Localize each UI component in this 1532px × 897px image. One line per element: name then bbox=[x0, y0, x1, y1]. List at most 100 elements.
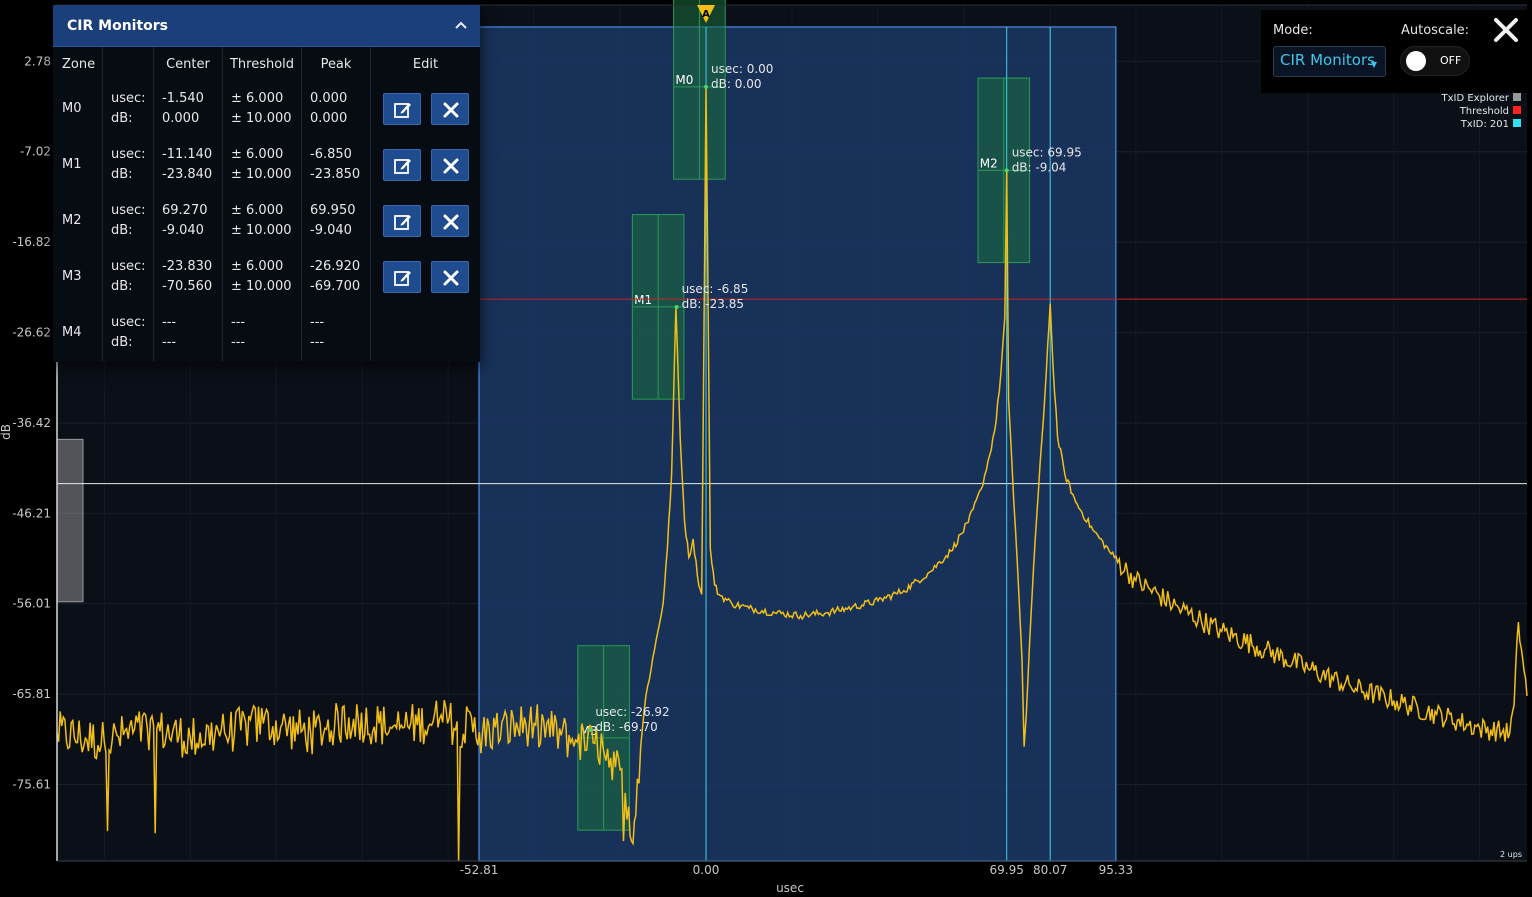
usec-label: usec: bbox=[111, 259, 146, 274]
db-label: dB: bbox=[111, 111, 133, 126]
usec-label: usec: bbox=[111, 147, 146, 162]
unit-labels: usec: dB: bbox=[102, 305, 154, 361]
edit-icon[interactable] bbox=[382, 205, 421, 237]
center-db: --- bbox=[162, 335, 177, 350]
txid-explorer-handle[interactable] bbox=[56, 438, 84, 603]
monitor-zone-label: M2 bbox=[980, 156, 998, 170]
table-row: M0 usec: dB: -1.540 0.000 ± 6.000 ± 10.000 0.00… bbox=[53, 81, 480, 137]
edit-icon[interactable] bbox=[382, 261, 421, 293]
peak-usec: --- bbox=[310, 315, 325, 330]
center-cell: -1.540 0.000 bbox=[153, 81, 223, 137]
col-peak: Peak bbox=[301, 47, 371, 81]
peak-db: --- bbox=[310, 335, 325, 350]
peak-annotation-text: usec: -26.92 bbox=[595, 705, 669, 719]
x-tick-label: 95.33 bbox=[1099, 863, 1133, 877]
peak-cell: 69.950 -9.040 bbox=[301, 193, 371, 249]
ups-readout: 2 ups bbox=[1500, 850, 1522, 859]
threshold-usec: ± 6.000 bbox=[231, 259, 284, 274]
center-cell: -23.830 -70.560 bbox=[153, 249, 223, 305]
peak-db: -69.700 bbox=[310, 279, 361, 294]
x-tick-label: 69.95 bbox=[990, 863, 1024, 877]
zone-label: M2 bbox=[53, 193, 103, 249]
monitor-zone-label: M1 bbox=[634, 293, 652, 307]
threshold-db: ± 10.000 bbox=[231, 111, 292, 126]
center-db: -70.560 bbox=[162, 279, 213, 294]
y-tick-label: -36.42 bbox=[12, 416, 51, 430]
usec-label: usec: bbox=[111, 91, 146, 106]
y-tick-label: -26.62 bbox=[12, 326, 51, 340]
panel-header[interactable]: CIR Monitors bbox=[53, 5, 480, 47]
center-usec: --- bbox=[162, 315, 177, 330]
legend-swatch bbox=[1513, 106, 1521, 114]
close-icon[interactable] bbox=[430, 93, 469, 125]
legend-swatch bbox=[1513, 119, 1521, 127]
toggle-knob bbox=[1406, 51, 1426, 71]
center-usec: -23.830 bbox=[162, 259, 213, 274]
peak-cell: 0.000 0.000 bbox=[301, 81, 371, 137]
peak-annotation-text: usec: -6.85 bbox=[682, 282, 749, 296]
peak-point bbox=[674, 304, 679, 309]
table-row: M4 usec: dB: --- --- --- --- --- --- bbox=[53, 305, 480, 361]
threshold-cell: --- --- bbox=[222, 305, 302, 361]
autoscale-label: Autoscale: bbox=[1401, 23, 1470, 38]
y-tick-label: -16.82 bbox=[12, 235, 51, 249]
threshold-cell: ± 6.000 ± 10.000 bbox=[222, 137, 302, 193]
monitor-zone-label: M0 bbox=[675, 73, 693, 87]
center-db: -23.840 bbox=[162, 167, 213, 182]
y-tick-label: -46.21 bbox=[12, 506, 51, 520]
mode-value: CIR Monitors bbox=[1280, 51, 1375, 69]
peak-db: 0.000 bbox=[310, 111, 348, 126]
peak-point bbox=[1004, 168, 1009, 173]
peak-annotation-text: dB: -23.85 bbox=[682, 297, 744, 311]
peak-point bbox=[704, 84, 709, 89]
close-icon[interactable] bbox=[430, 261, 469, 293]
close-icon[interactable] bbox=[1492, 16, 1520, 44]
threshold-db: ± 10.000 bbox=[231, 279, 292, 294]
edit-cell bbox=[371, 193, 481, 249]
panel-title: CIR Monitors bbox=[67, 17, 169, 34]
close-icon[interactable] bbox=[430, 149, 469, 181]
col-units bbox=[102, 47, 154, 81]
x-tick-label: 0.00 bbox=[693, 863, 720, 877]
peak-db: -9.040 bbox=[310, 223, 352, 238]
close-icon[interactable] bbox=[430, 205, 469, 237]
threshold-cell: ± 6.000 ± 10.000 bbox=[222, 249, 302, 305]
threshold-usec: ± 6.000 bbox=[231, 203, 284, 218]
center-usec: 69.270 bbox=[162, 203, 208, 218]
table-row: M3 usec: dB: -23.830 -70.560 ± 6.000 ± 10.000-… bbox=[53, 249, 480, 305]
peak-usec: -6.850 bbox=[310, 147, 352, 162]
mode-select[interactable]: CIR Monitors ▼ bbox=[1273, 46, 1386, 77]
unit-labels: usec: dB: bbox=[102, 137, 154, 193]
caret-down-icon: ▼ bbox=[1370, 60, 1377, 69]
edit-icon[interactable] bbox=[382, 149, 421, 181]
monitors-table: Zone Center Threshold Peak Edit M0 usec: d… bbox=[53, 47, 480, 361]
table-row: M1 usec: dB: -11.140 -23.840 ± 6.000 ± 10.000-… bbox=[53, 137, 480, 193]
autoscale-toggle[interactable]: OFF bbox=[1400, 46, 1470, 76]
peak-cell: -26.920 -69.700 bbox=[301, 249, 371, 305]
center-db: 0.000 bbox=[162, 111, 200, 126]
threshold-usec: --- bbox=[231, 315, 246, 330]
y-tick-label: -65.81 bbox=[12, 687, 51, 701]
unit-labels: usec: dB: bbox=[102, 193, 154, 249]
peak-db: -23.850 bbox=[310, 167, 361, 182]
peak-usec: 0.000 bbox=[310, 91, 348, 106]
col-center: Center bbox=[153, 47, 223, 81]
unit-labels: usec: dB: bbox=[102, 81, 154, 137]
peak-annotation-text: dB: -9.04 bbox=[1012, 160, 1067, 174]
y-tick-label: -7.02 bbox=[20, 145, 51, 159]
legend-label: Threshold bbox=[1459, 106, 1509, 117]
col-threshold: Threshold bbox=[222, 47, 302, 81]
db-label: dB: bbox=[111, 279, 133, 294]
peak-cell: --- --- bbox=[301, 305, 371, 361]
db-label: dB: bbox=[111, 335, 133, 350]
threshold-cell: ± 6.000 ± 10.000 bbox=[222, 81, 302, 137]
peak-point bbox=[588, 727, 593, 732]
center-cell: -11.140 -23.840 bbox=[153, 137, 223, 193]
y-tick-label: -56.01 bbox=[12, 597, 51, 611]
y-axis-title: dB bbox=[0, 424, 13, 440]
legend-swatch bbox=[1513, 93, 1521, 101]
edit-icon[interactable] bbox=[382, 93, 421, 125]
usec-label: usec: bbox=[111, 203, 146, 218]
center-cell: 69.270 -9.040 bbox=[153, 193, 223, 249]
chevron-up-icon[interactable] bbox=[454, 18, 468, 34]
